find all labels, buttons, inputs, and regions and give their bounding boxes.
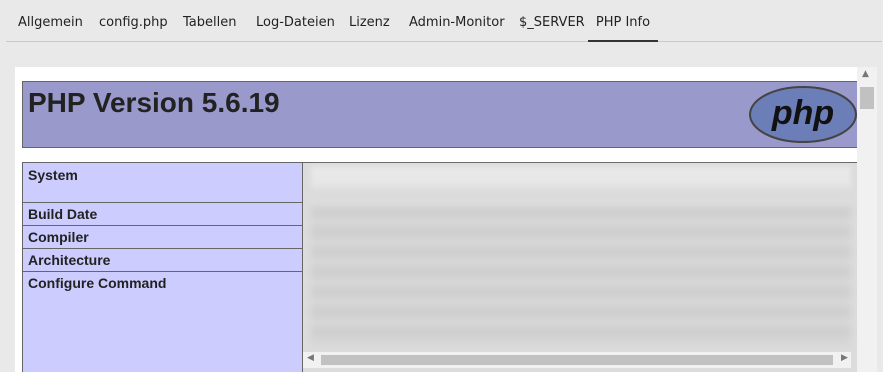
tab-bar: Allgemein config.php Tabellen Log-Dateie… — [6, 0, 882, 42]
phpinfo-values-redacted — [302, 162, 861, 372]
tab-php-info[interactable]: PHP Info — [588, 0, 658, 42]
tab-lizenz[interactable]: Lizenz — [349, 0, 390, 41]
horizontal-scroll-thumb[interactable] — [321, 355, 833, 365]
scroll-up-icon[interactable]: ▲ — [862, 69, 869, 79]
tab-config-php[interactable]: config.php — [99, 0, 168, 41]
phpinfo-frame[interactable]: PHP Version 5.6.19 php System Build Date… — [15, 67, 877, 372]
row-label-system: System — [28, 167, 78, 183]
page-title: PHP Version 5.6.19 — [28, 87, 280, 118]
tab-allgemein[interactable]: Allgemein — [18, 0, 83, 41]
vertical-scrollbar[interactable]: ▲ — [857, 67, 877, 372]
scroll-right-icon[interactable]: ▶ — [841, 353, 848, 363]
tab-tabellen[interactable]: Tabellen — [183, 0, 236, 41]
php-version-header: PHP Version 5.6.19 php — [22, 81, 861, 148]
vertical-scroll-thumb[interactable] — [860, 87, 874, 109]
scroll-left-icon[interactable]: ◀ — [307, 353, 314, 363]
tab-server[interactable]: $_SERVER — [519, 0, 585, 41]
php-logo-text: php — [771, 94, 834, 132]
php-logo-icon: php — [749, 86, 857, 143]
tab-admin-monitor[interactable]: Admin-Monitor — [409, 0, 505, 41]
horizontal-scrollbar[interactable]: ◀ ▶ — [303, 352, 851, 368]
redacted-area — [311, 167, 851, 347]
phpinfo-table: System Build Date Compiler Architecture … — [22, 162, 861, 372]
phpinfo-labels: System Build Date Compiler Architecture … — [22, 162, 302, 372]
row-label-architecture: Architecture — [23, 248, 302, 271]
row-label-configure-command: Configure Command — [23, 271, 302, 372]
row-label-compiler: Compiler — [23, 225, 302, 248]
tab-log-dateien[interactable]: Log-Dateien — [256, 0, 335, 41]
row-label-build-date: Build Date — [23, 202, 302, 225]
